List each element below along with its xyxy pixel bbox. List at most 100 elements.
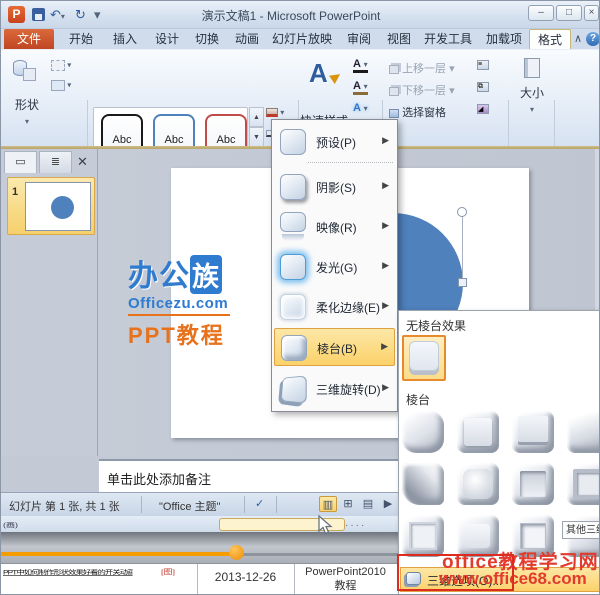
text-effects-button[interactable]: A ▾ — [353, 102, 368, 114]
tab-transitions[interactable]: 切换 — [187, 29, 227, 49]
send-backward-icon — [389, 86, 399, 96]
slide-thumb-selected[interactable]: 1 — [7, 177, 95, 235]
quick-styles-icon: A — [309, 58, 328, 88]
bevel-thumb-cross[interactable] — [512, 411, 554, 453]
gallery-up-icon[interactable]: ▲ — [249, 107, 264, 127]
no-bevel-header: 无棱台效果 — [406, 319, 467, 333]
qat-customize-icon[interactable]: ▾ — [94, 6, 101, 23]
menu-item-shadow[interactable]: 阴影(S) ▶ — [274, 168, 395, 206]
slide-sorter-icon[interactable]: ⊞ — [339, 496, 357, 512]
bevel-thumb-convex[interactable] — [457, 463, 499, 505]
undo-icon[interactable]: ↶▾ — [50, 6, 65, 23]
tab-home[interactable]: 开始 — [59, 29, 103, 49]
menu-item-bevel[interactable]: 棱台(B) ▶ — [274, 328, 395, 366]
bring-forward-button[interactable]: 上移一层 ▾ — [389, 60, 455, 76]
bevel-thumb-circle[interactable] — [402, 411, 444, 453]
save-icon[interactable] — [32, 8, 45, 21]
bevel-header: 棱台 — [406, 393, 431, 407]
align-button[interactable]: ≡ — [477, 60, 489, 70]
bevel-thumb-art-deco[interactable] — [402, 515, 444, 557]
text-fill-button[interactable]: A ▾ — [353, 58, 368, 73]
footer-tag: [图] — [161, 568, 176, 576]
help-icon[interactable]: ? — [586, 32, 599, 46]
ribbon-tab-row: 文件 开始 插入 设计 切换 动画 幻灯片放映 审阅 视图 开发工具 加载项 格… — [1, 29, 599, 49]
menu-separator — [308, 162, 393, 163]
text-box-button[interactable]: ▾ — [51, 80, 71, 91]
no-bevel-option-selected[interactable] — [402, 335, 446, 381]
tab-file[interactable]: 文件 — [4, 29, 54, 49]
bevel-icon — [281, 335, 307, 361]
tab-animations[interactable]: 动画 — [227, 29, 267, 49]
minimize-button[interactable]: – — [528, 5, 554, 21]
bevel-thumb-relaxed-inset[interactable] — [457, 411, 499, 453]
tab-insert[interactable]: 插入 — [105, 29, 145, 49]
group-button[interactable]: ⧉ — [477, 82, 489, 92]
side-handle[interactable] — [458, 278, 467, 287]
bevel-thumb-riblet[interactable] — [512, 463, 554, 505]
footer-category[interactable]: PowerPoint2010 教程 — [294, 565, 397, 593]
chevron-down-icon: ▾ — [24, 117, 29, 126]
bevel-thumb-angle[interactable] — [402, 463, 444, 505]
shape-effects-menu: 预设(P) ▶ 阴影(S) ▶ 映像(R) ▶ 发光(G) ▶ 柔化边缘(E) … — [271, 119, 398, 412]
tab-developer[interactable]: 开发工具 — [419, 29, 477, 49]
fill-bucket-icon — [266, 108, 278, 118]
collapse-ribbon-icon[interactable]: ∧ — [574, 32, 582, 45]
title-bar: P ↶▾ ↻ ▾ 演示文稿1 - Microsoft PowerPoint – … — [1, 1, 599, 29]
menu-item-soft-edges[interactable]: 柔化边缘(E) ▶ — [274, 288, 395, 326]
reading-view-icon[interactable]: ▤ — [359, 496, 377, 512]
size-icon — [524, 58, 540, 78]
slides-tab[interactable]: ▭ — [4, 151, 37, 173]
corner-handle[interactable] — [457, 207, 467, 217]
slide-info: 幻灯片 第 1 张, 共 1 张 — [9, 501, 120, 513]
brush-icon — [329, 70, 343, 84]
gallery-down-icon[interactable]: ▼ — [249, 127, 264, 147]
rotate-button[interactable]: ◢ — [477, 104, 489, 114]
rotation-3d-icon — [280, 375, 307, 405]
glow-icon — [280, 254, 306, 280]
text-outline-button[interactable]: A ▾ — [353, 80, 368, 95]
tab-view[interactable]: 视图 — [379, 29, 419, 49]
shapes-label: 形状 — [14, 98, 39, 112]
bevel-thumb-slope[interactable] — [567, 411, 599, 453]
submenu-arrow-icon: ▶ — [382, 382, 389, 392]
menu-item-reflection[interactable]: 映像(R) ▶ — [274, 208, 395, 246]
tab-slideshow[interactable]: 幻灯片放映 — [267, 29, 337, 49]
slideshow-icon[interactable]: ▶ — [379, 496, 397, 512]
no-bevel-thumb — [409, 341, 439, 371]
footer-link[interactable]: PPT中如何制作形状效果好看的开关动画 — [3, 567, 133, 576]
preset-icon — [280, 129, 306, 155]
watermark-tagline: PPT教程 — [128, 323, 225, 348]
edit-shape-button[interactable]: ▾ — [51, 60, 71, 71]
tab-review[interactable]: 审阅 — [339, 29, 379, 49]
menu-item-preset[interactable]: 预设(P) ▶ — [274, 123, 395, 161]
strip-fragment: (画) — [3, 521, 18, 529]
size-button[interactable]: 大小 ▾ — [511, 58, 553, 115]
tab-format[interactable]: 格式 — [529, 29, 571, 49]
restore-button[interactable]: □ — [556, 5, 582, 21]
normal-view-icon[interactable]: ▥ — [319, 496, 337, 512]
outline-tab[interactable]: ≣ — [39, 151, 72, 173]
selection-pane-button[interactable]: 选择窗格 — [389, 104, 446, 120]
close-pane-icon[interactable]: ✕ — [77, 154, 88, 170]
spellcheck-icon[interactable]: ✓ — [255, 497, 264, 510]
menu-item-3d-rotation[interactable]: 三维旋转(D) ▶ — [274, 370, 395, 408]
size-label: 大小 — [519, 86, 544, 100]
theme-name[interactable]: "Office 主题" — [159, 498, 220, 514]
tab-design[interactable]: 设计 — [147, 29, 187, 49]
redo-icon[interactable]: ↻ — [75, 6, 86, 23]
bring-forward-icon — [389, 64, 399, 74]
window-title: 演示文稿1 - Microsoft PowerPoint — [201, 9, 381, 23]
menu-item-glow[interactable]: 发光(G) ▶ — [274, 248, 395, 286]
officezu-watermark: 办公族 Officezu.com PPT教程 — [128, 251, 230, 350]
tab-addins[interactable]: 加载项 — [479, 29, 529, 49]
submenu-arrow-icon: ▶ — [382, 180, 389, 190]
send-backward-button[interactable]: 下移一层 ▾ — [389, 82, 455, 98]
close-button[interactable]: × — [584, 5, 599, 21]
bevel-thumb-hard-edge[interactable] — [567, 463, 599, 505]
shapes-button[interactable]: 形状 ▾ — [5, 96, 49, 127]
shadow-icon — [280, 174, 306, 200]
progress-handle[interactable] — [229, 545, 244, 560]
selection-edge — [462, 215, 463, 279]
tooltip-fragment: 其他三维 — [562, 521, 599, 539]
strip-dots: ···· — [345, 520, 367, 531]
